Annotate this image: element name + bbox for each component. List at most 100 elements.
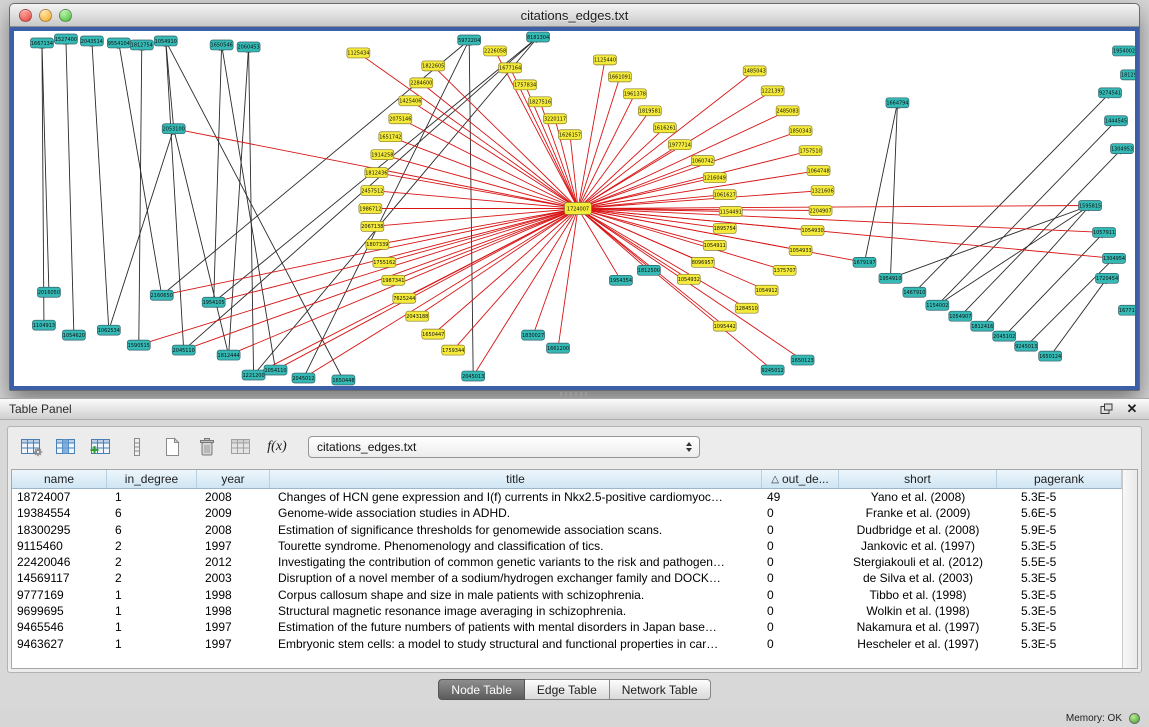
network-node[interactable]: 1807339 bbox=[366, 239, 389, 249]
table-selector-dropdown[interactable]: citations_edges.txt bbox=[308, 436, 700, 458]
float-panel-button[interactable] bbox=[1098, 402, 1114, 417]
network-node[interactable]: 1061627 bbox=[713, 190, 736, 200]
network-node[interactable]: 2457512 bbox=[361, 186, 384, 196]
table-row[interactable]: 1872400712008Changes of HCN gene express… bbox=[12, 489, 1122, 505]
window-titlebar[interactable]: citations_edges.txt bbox=[10, 4, 1139, 27]
network-node[interactable]: 1595815 bbox=[1079, 201, 1102, 211]
network-node[interactable]: 1822605 bbox=[422, 61, 445, 71]
network-node[interactable]: 2067138 bbox=[361, 221, 384, 231]
column-chooser-icon[interactable] bbox=[53, 433, 81, 461]
network-node[interactable]: 1054620 bbox=[62, 330, 85, 340]
table-row[interactable]: 969969511998Structural magnetic resonanc… bbox=[12, 603, 1122, 619]
network-node[interactable]: 2016050 bbox=[37, 287, 60, 297]
network-node[interactable]: 1677164 bbox=[499, 63, 522, 73]
table-row[interactable]: 1830029562008Estimation of significance … bbox=[12, 522, 1122, 538]
close-window-button[interactable] bbox=[19, 9, 32, 22]
row-height-icon[interactable] bbox=[123, 433, 151, 461]
table-row[interactable]: 977716911998Corpus callosum shape and si… bbox=[12, 587, 1122, 603]
network-node[interactable]: 9245012 bbox=[761, 365, 784, 375]
network-node[interactable]: 1650546 bbox=[210, 40, 233, 50]
network-node[interactable]: 1054912 bbox=[755, 285, 778, 295]
tab-edge-table[interactable]: Edge Table bbox=[525, 679, 610, 700]
tab-network-table[interactable]: Network Table bbox=[610, 679, 711, 700]
zoom-window-button[interactable] bbox=[59, 9, 72, 22]
network-node[interactable]: 1054911 bbox=[703, 240, 726, 250]
network-node[interactable]: 1650448 bbox=[332, 375, 355, 385]
table-row[interactable]: 911546021997Tourette syndrome. Phenomeno… bbox=[12, 538, 1122, 554]
network-node[interactable]: 1650447 bbox=[422, 329, 445, 339]
network-node[interactable]: 1284510 bbox=[735, 303, 758, 313]
network-node[interactable]: 1054933 bbox=[789, 245, 812, 255]
network-node[interactable]: 1304953 bbox=[1111, 144, 1134, 154]
network-node[interactable]: 1304954 bbox=[1103, 253, 1126, 263]
network-node[interactable]: 1661200 bbox=[547, 343, 570, 353]
column-header-title[interactable]: title bbox=[270, 470, 762, 488]
network-node[interactable]: 1954910 bbox=[879, 273, 902, 283]
network-node[interactable]: 1527400 bbox=[54, 34, 77, 44]
network-node[interactable]: 1650123 bbox=[791, 355, 814, 365]
table-row[interactable]: 2242004622012Investigating the contribut… bbox=[12, 554, 1122, 570]
network-node[interactable]: 1054932 bbox=[677, 274, 700, 284]
network-node[interactable]: 1616261 bbox=[653, 123, 676, 133]
network-node[interactable]: 1590515 bbox=[127, 340, 150, 350]
network-node[interactable]: 1720454 bbox=[1096, 273, 1119, 283]
network-node[interactable]: 1221397 bbox=[761, 86, 784, 96]
table-settings-icon[interactable] bbox=[18, 433, 46, 461]
network-node[interactable]: 8096957 bbox=[691, 257, 714, 267]
network-node[interactable]: 1759344 bbox=[442, 345, 465, 355]
table-row[interactable]: 946362711997Embryonic stem cells: a mode… bbox=[12, 636, 1122, 652]
network-canvas[interactable]: 1125434182260522846001425406207514616517… bbox=[14, 31, 1135, 386]
table-row[interactable]: 946554611997Estimation of the future num… bbox=[12, 619, 1122, 635]
network-node[interactable]: 1321606 bbox=[811, 186, 834, 196]
network-node[interactable]: 2485083 bbox=[776, 106, 799, 116]
network-node[interactable]: 7625244 bbox=[393, 293, 416, 303]
network-node[interactable]: 1060742 bbox=[691, 156, 714, 166]
network-node[interactable]: 1755162 bbox=[373, 257, 396, 267]
close-panel-button[interactable]: ✕ bbox=[1124, 402, 1140, 417]
network-node[interactable]: 1812416 bbox=[971, 321, 994, 331]
column-header-in_degree[interactable]: in_degree bbox=[107, 470, 197, 488]
new-table-icon[interactable] bbox=[158, 433, 186, 461]
network-node[interactable]: 5972204 bbox=[458, 35, 481, 45]
column-header-year[interactable]: year bbox=[197, 470, 270, 488]
network-node[interactable]: 2053100 bbox=[162, 124, 185, 134]
network-node[interactable]: 2045102 bbox=[993, 331, 1016, 341]
network-node[interactable]: 2226058 bbox=[484, 46, 507, 56]
network-node[interactable]: 1626157 bbox=[559, 130, 582, 140]
network-node[interactable]: 1154002 bbox=[926, 300, 949, 310]
network-node[interactable]: 1914258 bbox=[371, 150, 394, 160]
network-node[interactable]: 1064748 bbox=[807, 166, 830, 176]
network-node[interactable]: 3220117 bbox=[544, 114, 567, 124]
network-node[interactable]: 2045110 bbox=[172, 345, 195, 355]
network-node[interactable]: 1812999 bbox=[1121, 70, 1135, 80]
network-node[interactable]: 1812500 bbox=[637, 265, 660, 275]
network-node[interactable]: 1954002 bbox=[1113, 46, 1135, 56]
network-node[interactable]: 1827516 bbox=[529, 97, 552, 107]
network-node[interactable]: 1954354 bbox=[609, 275, 632, 285]
column-header-short[interactable]: short bbox=[839, 470, 997, 488]
network-node[interactable]: 1819581 bbox=[638, 106, 661, 116]
network-hub-node[interactable]: 1724007 bbox=[565, 203, 592, 215]
tab-node-table[interactable]: Node Table bbox=[438, 679, 525, 700]
network-node[interactable]: 2045013 bbox=[462, 371, 485, 381]
network-node[interactable]: 1216049 bbox=[703, 173, 726, 183]
network-node[interactable]: 9245013 bbox=[1015, 341, 1038, 351]
network-node[interactable]: 9274541 bbox=[1099, 88, 1122, 98]
network-node[interactable]: 1221200 bbox=[242, 370, 265, 380]
network-node[interactable]: 1650124 bbox=[1039, 351, 1062, 361]
network-node[interactable]: 1154491 bbox=[719, 207, 742, 217]
network-node[interactable]: 2160650 bbox=[150, 290, 173, 300]
network-node[interactable]: 1057911 bbox=[1093, 227, 1116, 237]
network-node[interactable]: 1677150 bbox=[1119, 305, 1135, 315]
column-header-name[interactable]: name bbox=[12, 470, 107, 488]
network-node[interactable]: 1485043 bbox=[743, 66, 766, 76]
citation-network-graph[interactable]: 1125434182260522846001425406207514616517… bbox=[14, 31, 1135, 386]
network-node[interactable]: 1987341 bbox=[382, 275, 405, 285]
network-node[interactable]: 1062534 bbox=[97, 325, 120, 335]
network-node[interactable]: 1651742 bbox=[379, 132, 402, 142]
network-node[interactable]: 1054907 bbox=[949, 311, 972, 321]
table-row[interactable]: 1456911722003Disruption of a novel membe… bbox=[12, 570, 1122, 586]
network-node[interactable]: 1054910 bbox=[154, 36, 177, 46]
network-node[interactable]: 1757834 bbox=[514, 80, 537, 90]
network-node[interactable]: 2075146 bbox=[389, 114, 412, 124]
